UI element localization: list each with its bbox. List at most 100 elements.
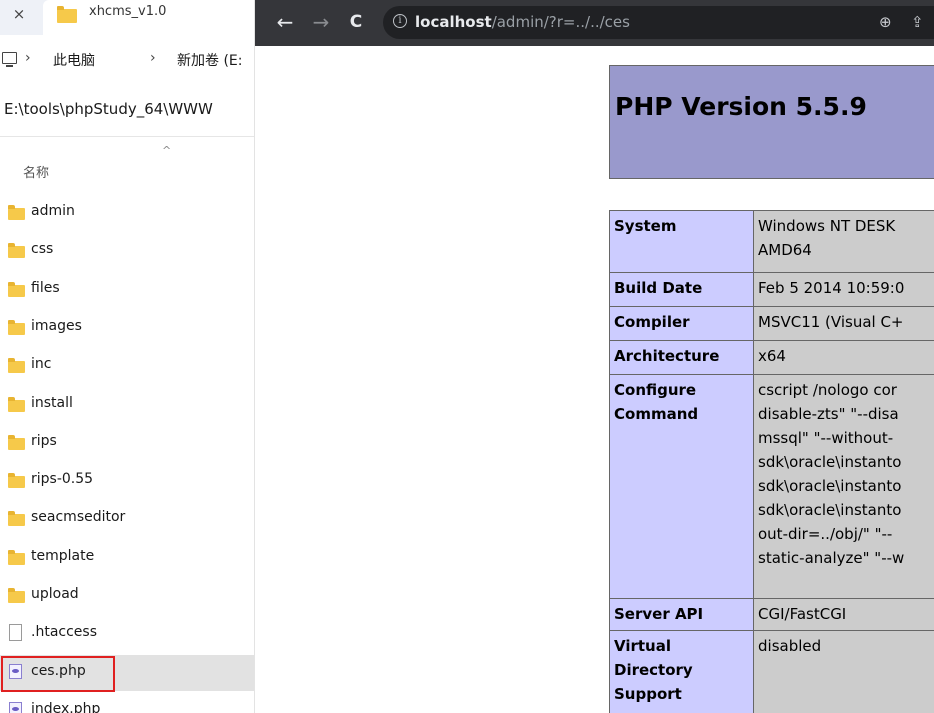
table-value-line: disable-zts" "--disa [758,405,899,423]
browser-window: ← → C i localhost/admin/?r=../../ces ⊕ ⇪… [255,0,934,713]
page-title: PHP Version 5.5.9 [615,92,867,121]
breadcrumb-item-volume[interactable]: 新加卷 (E: [177,50,242,70]
table-key-cell: Virtual Directory Support [609,630,754,713]
folder-icon [8,435,25,450]
url-path: /admin/?r=../../ces [491,13,630,31]
folder-icon [8,320,25,335]
table-value-cell: cscript /nologo cor disable-zts" "--disa m… [753,374,934,599]
table-key-cell: Server API [609,598,754,631]
table-key-cell: Architecture [609,340,754,375]
share-icon[interactable]: ⇪ [911,13,924,31]
table-value-cell: Feb 5 2014 10:59:0 [753,272,934,307]
file-item[interactable]: index.php [0,693,254,713]
chevron-right-icon[interactable]: › [25,50,31,66]
folder-item[interactable]: files [0,272,254,308]
table-key-cell: Configure Command [609,374,754,599]
table-value-line: MSVC11 (Visual C+ [758,313,904,331]
file-explorer-window: × xhcms_v1.0 › 此电脑 › 新加卷 (E: E:\tools\ph… [0,0,255,713]
breadcrumb-item-this-pc[interactable]: 此电脑 [53,50,95,70]
table-value-line: mssql" "--without- [758,429,894,447]
folder-icon [8,243,25,258]
folder-item[interactable]: template [0,540,254,576]
folder-item[interactable]: admin [0,195,254,231]
table-value-line: cscript /nologo cor [758,381,897,399]
table-value-cell: Windows NT DESK AMD64 [753,210,934,273]
url-host: localhost [415,13,492,31]
phpinfo-table: System Windows NT DESK AMD64 Build Date Feb … [609,210,934,713]
file-name: install [31,395,73,411]
explorer-tab[interactable]: xhcms_v1.0 [43,0,254,35]
folder-item[interactable]: rips [0,425,254,461]
url-text[interactable]: localhost/admin/?r=../../ces [415,13,630,31]
folder-icon [8,358,25,373]
url-bar[interactable]: i localhost/admin/?r=../../ces ⊕ ⇪ [383,6,934,39]
folder-item[interactable]: css [0,233,254,269]
zoom-icon[interactable]: ⊕ [879,13,892,31]
table-value-line: out-dir=../obj/" "-- [758,525,893,543]
table-value-line: sdk\oracle\instanto [758,501,902,519]
table-row: Virtual Directory Support disabled [609,630,934,713]
table-value-cell: x64 [753,340,934,375]
table-row: System Windows NT DESK AMD64 [609,210,934,273]
folder-item[interactable]: seacmseditor [0,501,254,537]
back-arrow-icon[interactable]: ← [272,8,298,36]
folder-icon [8,282,25,297]
php-file-icon [9,702,22,713]
folder-item[interactable]: install [0,387,254,423]
table-value-cell: MSVC11 (Visual C+ [753,306,934,341]
red-highlight-box [1,656,115,692]
table-value-line: x64 [758,347,786,365]
folder-icon [8,511,25,526]
table-value-line: CGI/FastCGI [758,605,847,623]
file-item[interactable]: .htaccess [0,616,254,652]
file-name: seacmseditor [31,509,126,525]
file-name: rips [31,433,57,449]
file-icon [9,624,22,641]
chevron-right-icon[interactable]: › [150,50,156,66]
table-key-cell: Build Date [609,272,754,307]
info-icon[interactable]: i [393,14,407,28]
folder-item[interactable]: rips-0.55 [0,463,254,499]
folder-item[interactable]: upload [0,578,254,614]
explorer-tab-bar: × xhcms_v1.0 [0,0,254,35]
table-value-line: Windows NT DESK [758,217,896,235]
file-name: index.php [31,701,101,713]
table-row: Compiler MSVC11 (Visual C+ [609,306,934,341]
breadcrumb: › 此电脑 › 新加卷 (E: [0,44,254,78]
column-header[interactable]: ^ 名称 [0,144,254,188]
file-name: files [31,280,60,296]
sort-ascending-icon: ^ [162,144,172,157]
table-value-line: sdk\oracle\instanto [758,453,902,471]
table-value-line: static-analyze" "--w [758,549,905,567]
folder-icon [57,6,77,23]
folder-item[interactable]: images [0,310,254,346]
folder-icon [8,550,25,565]
table-key-cell: Compiler [609,306,754,341]
explorer-address-bar[interactable]: E:\tools\phpStudy_64\WWW [0,86,254,137]
table-value-cell: disabled [753,630,934,713]
table-value-line: Feb 5 2014 10:59:0 [758,279,905,297]
file-name: upload [31,586,79,602]
folder-icon [8,588,25,603]
folder-item[interactable]: inc [0,348,254,384]
file-name: css [31,241,54,257]
browser-toolbar: ← → C i localhost/admin/?r=../../ces ⊕ ⇪ [255,0,934,46]
table-value-cell: CGI/FastCGI [753,598,934,631]
column-header-name[interactable]: 名称 [23,162,49,181]
explorer-address-text[interactable]: E:\tools\phpStudy_64\WWW [4,100,213,118]
file-name: rips-0.55 [31,471,94,487]
file-name: admin [31,203,75,219]
computer-icon[interactable] [2,52,17,67]
table-value-line: AMD64 [758,241,812,259]
forward-arrow-icon[interactable]: → [308,8,334,36]
folder-icon [8,473,25,488]
file-name: images [31,318,82,334]
folder-icon [8,397,25,412]
file-name: .htaccess [31,624,97,640]
reload-icon[interactable]: C [343,8,369,36]
table-row: Build Date Feb 5 2014 10:59:0 [609,272,934,307]
folder-icon [8,205,25,220]
file-name: template [31,548,95,564]
phpinfo-header: PHP Version 5.5.9 [609,65,934,179]
close-tab-icon[interactable]: × [10,3,28,25]
